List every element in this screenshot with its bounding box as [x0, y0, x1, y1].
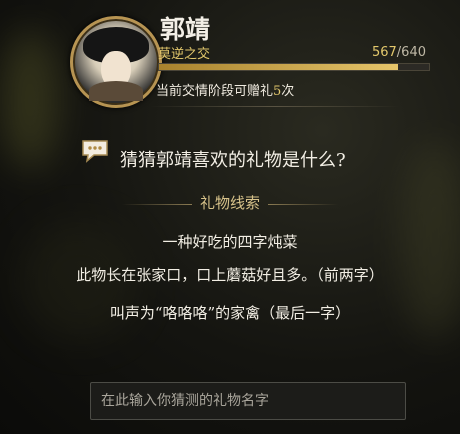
friendship-max: /640	[396, 45, 426, 60]
quiz-question: 猜猜郭靖喜欢的礼物是什么?	[120, 150, 346, 171]
hint-title: 礼物线索	[199, 194, 260, 212]
chat-bubble-icon	[80, 138, 110, 164]
friendship-progress-bar	[158, 63, 430, 71]
friendship-current: 567	[371, 45, 397, 60]
portrait-body	[89, 81, 143, 101]
character-name: 郭靖	[160, 15, 211, 44]
character-portrait	[70, 16, 162, 108]
clue-3: 叫声为“咯咯咯”的家禽（最后一字）	[109, 304, 351, 322]
clue-1: 一种好吃的四字炖菜	[162, 233, 298, 251]
gift-suffix: 次	[281, 84, 295, 99]
hint-right-ornament	[268, 203, 338, 205]
hint-title-row: 礼物线索	[0, 192, 460, 213]
gift-guess-input[interactable]	[90, 382, 406, 420]
friendship-progress-fill	[159, 64, 399, 70]
relation-level: 莫逆之交	[158, 47, 211, 62]
friendship-score: 567/640	[372, 45, 426, 60]
hint-left-ornament	[121, 203, 192, 205]
clue-2: 此物长在张家口，口上蘑菇好且多。（前两字）	[76, 266, 384, 284]
gift-count-text: 当前交情阶段可赠礼5次	[156, 80, 294, 99]
header-divider	[150, 106, 400, 107]
gift-prefix: 当前交情阶段可赠礼	[156, 84, 274, 99]
background-glow	[0, 30, 60, 170]
